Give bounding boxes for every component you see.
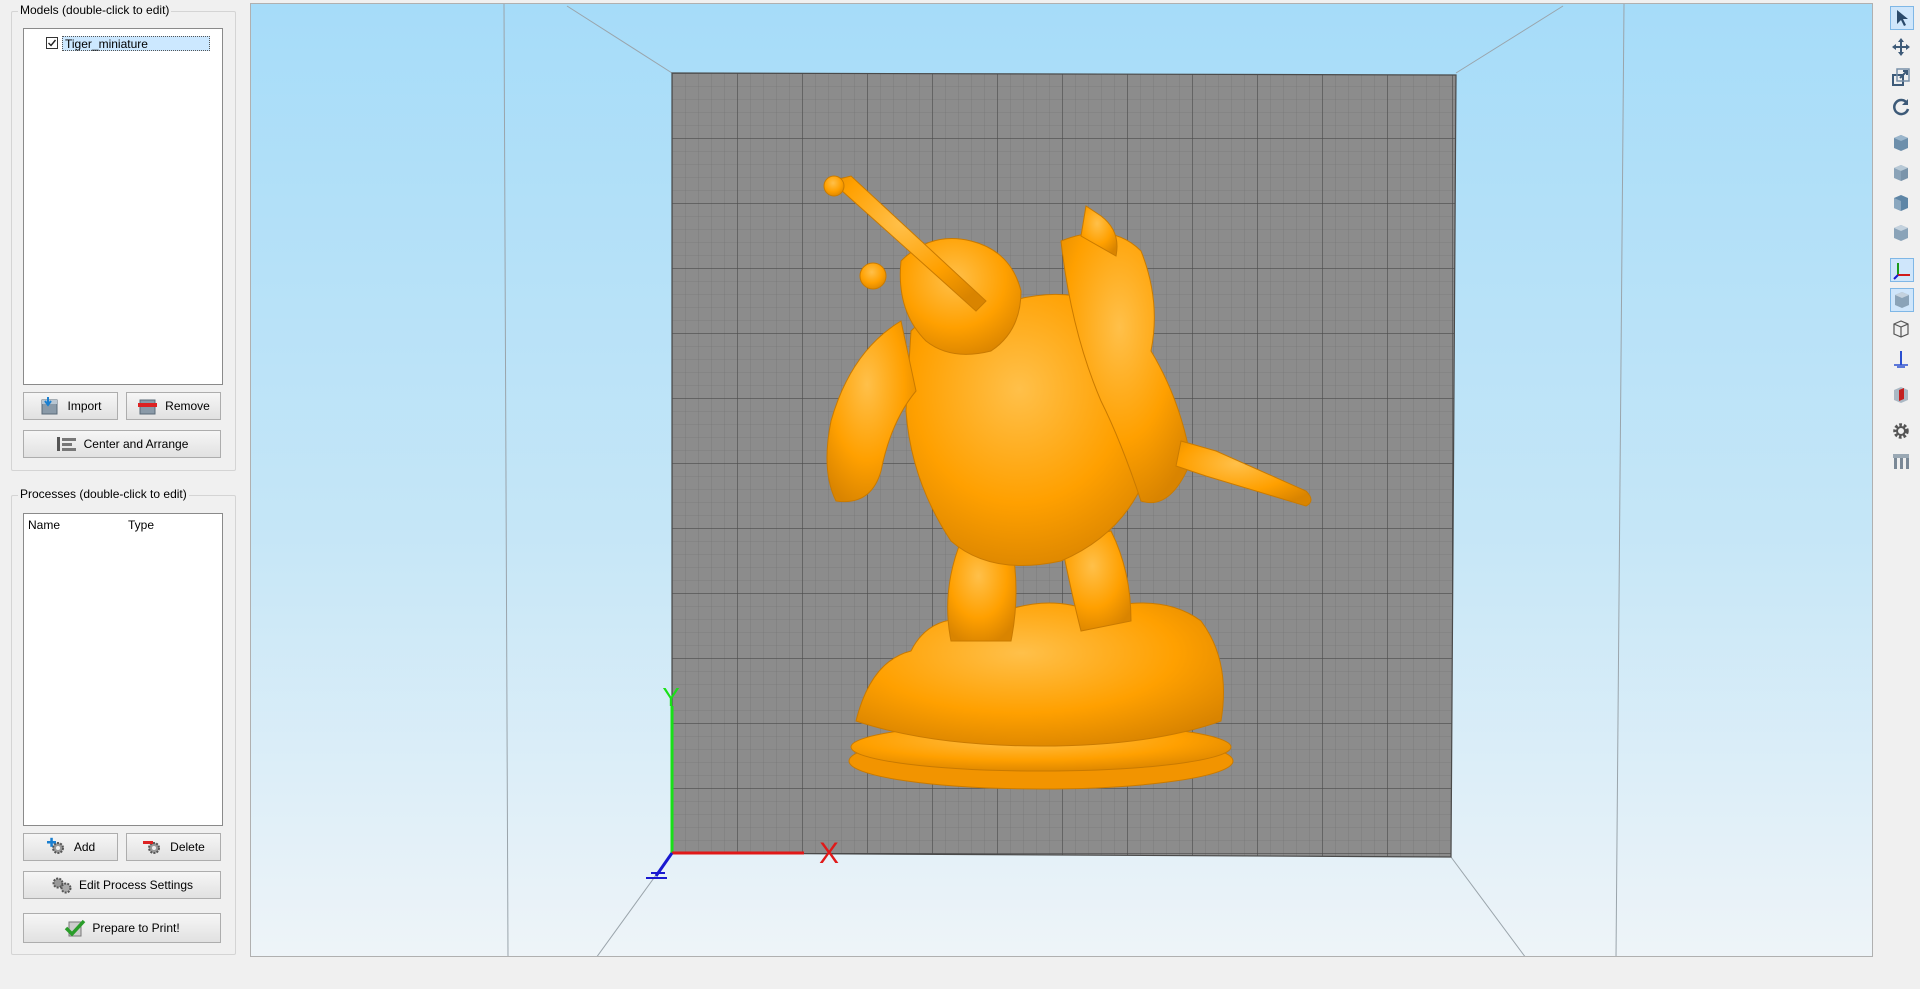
- delete-label: Delete: [170, 840, 205, 854]
- cross-section-icon[interactable]: [1890, 384, 1912, 406]
- add-gear-icon: [46, 837, 68, 857]
- remove-button[interactable]: Remove: [126, 392, 221, 420]
- prepare-label: Prepare to Print!: [92, 921, 180, 935]
- 3d-viewport[interactable]: Y X: [250, 3, 1873, 957]
- processes-group-title: Processes (double-click to edit): [18, 487, 189, 501]
- checkmark-print-icon: [64, 918, 86, 938]
- add-process-button[interactable]: Add: [23, 833, 118, 861]
- models-group-title: Models (double-click to edit): [18, 3, 172, 17]
- remove-label: Remove: [165, 399, 210, 413]
- settings-gears-icon: [51, 875, 73, 895]
- settings-gear-icon[interactable]: [1890, 420, 1912, 442]
- build-volume-scene[interactable]: Y X: [251, 4, 1873, 957]
- prepare-to-print-button[interactable]: Prepare to Print!: [23, 913, 221, 943]
- models-list[interactable]: Tiger_miniature: [23, 28, 223, 385]
- arrange-icon: [56, 434, 78, 454]
- checkmark-icon: [48, 39, 57, 47]
- center-arrange-button[interactable]: Center and Arrange: [23, 430, 221, 458]
- view-top-cube-icon[interactable]: [1890, 162, 1912, 184]
- import-label: Import: [67, 399, 102, 413]
- select-arrow-icon[interactable]: [1890, 6, 1914, 30]
- right-toolbar: [1880, 0, 1920, 989]
- axis-x-label: X: [819, 837, 839, 870]
- model-item-label: Tiger_miniature: [62, 35, 210, 51]
- left-panel: Models (double-click to edit) Tiger_mini…: [0, 0, 245, 960]
- view-iso-cube-icon[interactable]: [1890, 222, 1912, 244]
- solid-cube-icon[interactable]: [1890, 288, 1914, 312]
- edit-settings-label: Edit Process Settings: [78, 878, 194, 892]
- model-item[interactable]: Tiger_miniature: [46, 35, 210, 51]
- axes-icon[interactable]: [1890, 258, 1914, 282]
- move-icon[interactable]: [1890, 36, 1912, 58]
- processes-list[interactable]: Name Type: [23, 513, 223, 826]
- center-arrange-label: Center and Arrange: [83, 437, 189, 451]
- axis-y-label: Y: [662, 682, 679, 712]
- column-header-name[interactable]: Name: [28, 518, 60, 532]
- wireframe-cube-icon[interactable]: [1890, 318, 1912, 340]
- view-front-cube-icon[interactable]: [1890, 132, 1912, 154]
- model-visible-checkbox[interactable]: [46, 37, 58, 49]
- view-side-cube-icon[interactable]: [1890, 192, 1912, 214]
- status-bar: [0, 960, 1920, 989]
- supports-icon[interactable]: [1890, 450, 1912, 472]
- axis-z-icon[interactable]: [1890, 348, 1912, 370]
- rotate-icon[interactable]: [1890, 96, 1912, 118]
- remove-icon: [137, 396, 159, 416]
- import-icon: [39, 396, 61, 416]
- edit-process-settings-button[interactable]: Edit Process Settings: [23, 871, 221, 899]
- import-button[interactable]: Import: [23, 392, 118, 420]
- add-label: Add: [73, 840, 96, 854]
- delete-gear-icon: [142, 837, 164, 857]
- scale-icon[interactable]: [1890, 66, 1912, 88]
- delete-process-button[interactable]: Delete: [126, 833, 221, 861]
- column-header-type[interactable]: Type: [128, 518, 154, 532]
